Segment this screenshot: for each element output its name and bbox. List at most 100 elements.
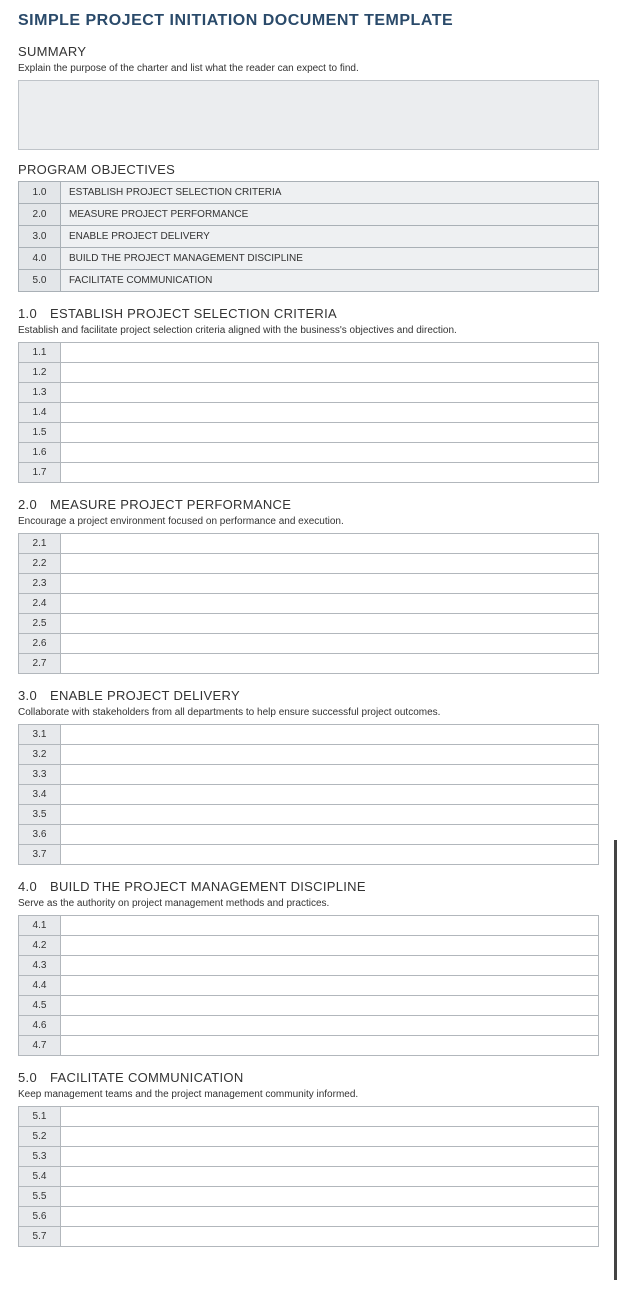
detail-row: 4.7 [19, 1036, 599, 1056]
detail-row-value[interactable] [61, 634, 599, 654]
objectives-row: 1.0ESTABLISH PROJECT SELECTION CRITERIA [19, 182, 599, 204]
detail-row: 2.7 [19, 654, 599, 674]
objectives-row: 3.0ENABLE PROJECT DELIVERY [19, 226, 599, 248]
summary-desc: Explain the purpose of the charter and l… [18, 63, 599, 74]
detail-row-value[interactable] [61, 594, 599, 614]
detail-row: 1.2 [19, 363, 599, 383]
detail-row: 1.5 [19, 423, 599, 443]
detail-row: 5.6 [19, 1207, 599, 1227]
objectives-row-label: BUILD THE PROJECT MANAGEMENT DISCIPLINE [61, 248, 599, 270]
section-heading: 4.0BUILD THE PROJECT MANAGEMENT DISCIPLI… [18, 879, 599, 894]
detail-row-value[interactable] [61, 916, 599, 936]
detail-row-value[interactable] [61, 785, 599, 805]
detail-row: 1.3 [19, 383, 599, 403]
detail-row-num: 1.3 [19, 383, 61, 403]
detail-row-value[interactable] [61, 1207, 599, 1227]
detail-row-value[interactable] [61, 1147, 599, 1167]
detail-row-value[interactable] [61, 614, 599, 634]
detail-row: 1.7 [19, 463, 599, 483]
objectives-row-label: MEASURE PROJECT PERFORMANCE [61, 204, 599, 226]
detail-row-num: 1.2 [19, 363, 61, 383]
detail-row: 4.6 [19, 1016, 599, 1036]
detail-row-num: 2.5 [19, 614, 61, 634]
detail-row-value[interactable] [61, 343, 599, 363]
objectives-row-label: ENABLE PROJECT DELIVERY [61, 226, 599, 248]
detail-row: 5.2 [19, 1127, 599, 1147]
detail-row-num: 3.6 [19, 825, 61, 845]
detail-row-value[interactable] [61, 403, 599, 423]
detail-row-num: 1.7 [19, 463, 61, 483]
detail-row: 2.3 [19, 574, 599, 594]
detail-row-value[interactable] [61, 976, 599, 996]
objectives-row-num: 5.0 [19, 270, 61, 292]
section-desc: Encourage a project environment focused … [18, 516, 599, 527]
detail-row-value[interactable] [61, 574, 599, 594]
section-desc: Collaborate with stakeholders from all d… [18, 707, 599, 718]
section-detail-table: 1.11.21.31.41.51.61.7 [18, 342, 599, 483]
summary-heading: SUMMARY [18, 44, 599, 59]
detail-row-value[interactable] [61, 1187, 599, 1207]
detail-row-value[interactable] [61, 554, 599, 574]
detail-row-value[interactable] [61, 996, 599, 1016]
detail-row-value[interactable] [61, 845, 599, 865]
objectives-table: 1.0ESTABLISH PROJECT SELECTION CRITERIA2… [18, 181, 599, 292]
section-heading: 5.0FACILITATE COMMUNICATION [18, 1070, 599, 1085]
detail-row-num: 4.6 [19, 1016, 61, 1036]
objectives-row-label: FACILITATE COMMUNICATION [61, 270, 599, 292]
section-heading-num: 1.0 [18, 306, 50, 321]
section-detail-table: 5.15.25.35.45.55.65.7 [18, 1106, 599, 1247]
objectives-row: 2.0MEASURE PROJECT PERFORMANCE [19, 204, 599, 226]
detail-row-num: 3.4 [19, 785, 61, 805]
document-title: SIMPLE PROJECT INITIATION DOCUMENT TEMPL… [18, 12, 599, 30]
detail-row-num: 3.5 [19, 805, 61, 825]
detail-row-value[interactable] [61, 1107, 599, 1127]
detail-row-num: 2.1 [19, 534, 61, 554]
detail-row-value[interactable] [61, 725, 599, 745]
detail-row-value[interactable] [61, 956, 599, 976]
detail-row-value[interactable] [61, 423, 599, 443]
detail-row-value[interactable] [61, 443, 599, 463]
detail-row: 2.2 [19, 554, 599, 574]
detail-row-num: 4.5 [19, 996, 61, 1016]
detail-row-value[interactable] [61, 654, 599, 674]
detail-row-value[interactable] [61, 534, 599, 554]
objectives-row-num: 4.0 [19, 248, 61, 270]
detail-row-value[interactable] [61, 1227, 599, 1247]
detail-row-value[interactable] [61, 765, 599, 785]
detail-row-value[interactable] [61, 936, 599, 956]
section-heading-title: ENABLE PROJECT DELIVERY [50, 688, 240, 703]
detail-row-value[interactable] [61, 1016, 599, 1036]
section-desc: Serve as the authority on project manage… [18, 898, 599, 909]
objectives-row: 4.0BUILD THE PROJECT MANAGEMENT DISCIPLI… [19, 248, 599, 270]
section-desc: Keep management teams and the project ma… [18, 1089, 599, 1100]
detail-row: 1.6 [19, 443, 599, 463]
detail-row: 3.7 [19, 845, 599, 865]
section-detail-table: 2.12.22.32.42.52.62.7 [18, 533, 599, 674]
detail-row-value[interactable] [61, 1167, 599, 1187]
section-desc: Establish and facilitate project selecti… [18, 325, 599, 336]
detail-row-num: 2.2 [19, 554, 61, 574]
section-heading-title: ESTABLISH PROJECT SELECTION CRITERIA [50, 306, 337, 321]
detail-row-value[interactable] [61, 805, 599, 825]
detail-row-num: 5.3 [19, 1147, 61, 1167]
detail-row: 4.5 [19, 996, 599, 1016]
detail-row: 5.7 [19, 1227, 599, 1247]
detail-row-value[interactable] [61, 383, 599, 403]
detail-row: 2.6 [19, 634, 599, 654]
detail-row: 4.3 [19, 956, 599, 976]
detail-row-num: 1.1 [19, 343, 61, 363]
detail-row-num: 4.2 [19, 936, 61, 956]
detail-row-value[interactable] [61, 825, 599, 845]
detail-row-num: 4.4 [19, 976, 61, 996]
detail-row-value[interactable] [61, 363, 599, 383]
objectives-heading: PROGRAM OBJECTIVES [18, 162, 599, 177]
summary-input-box[interactable] [18, 80, 599, 150]
detail-row: 3.1 [19, 725, 599, 745]
detail-row-num: 2.7 [19, 654, 61, 674]
detail-row: 2.1 [19, 534, 599, 554]
detail-row-value[interactable] [61, 745, 599, 765]
detail-row-num: 4.3 [19, 956, 61, 976]
detail-row-value[interactable] [61, 1127, 599, 1147]
detail-row-value[interactable] [61, 1036, 599, 1056]
detail-row-value[interactable] [61, 463, 599, 483]
